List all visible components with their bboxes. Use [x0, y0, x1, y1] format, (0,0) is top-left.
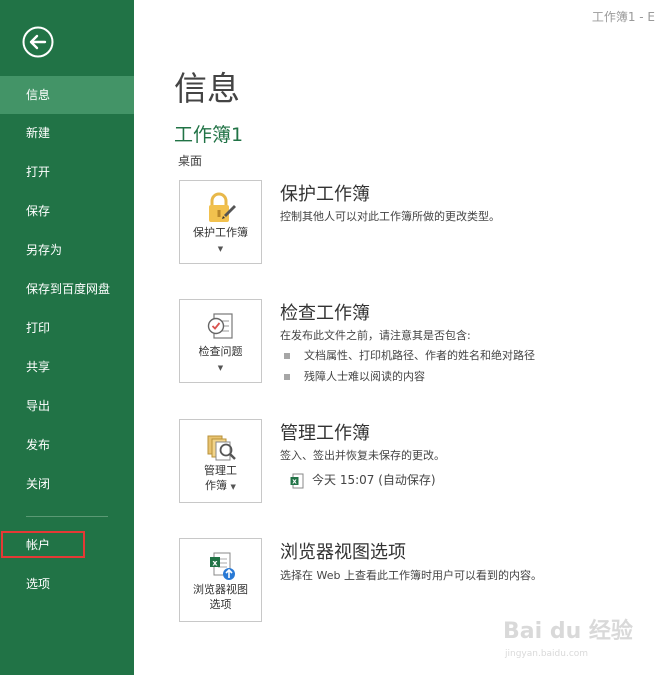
- protect-workbook-button[interactable]: 保护工作簿 ▼: [179, 180, 262, 264]
- browser-view-options-description: 选择在 Web 上查看此工作簿时用户可以看到的内容。: [280, 569, 542, 582]
- svg-text:x: x: [212, 559, 218, 568]
- excel-file-icon: x: [290, 473, 304, 488]
- baidu-jingyan-watermark: Bai du 经验 jingyan.baidu.com: [503, 618, 633, 659]
- browser-view-options-title: 浏览器视图选项: [280, 542, 406, 563]
- nav-options[interactable]: 选项: [0, 565, 134, 603]
- inspect-workbook-description: 在发布此文件之前，请注意其是否包含:: [280, 329, 471, 342]
- list-item: 文档属性、打印机路径、作者的姓名和绝对路径: [284, 347, 535, 363]
- nav-save-to-baidu-netdisk[interactable]: 保存到百度网盘: [0, 270, 134, 308]
- dropdown-caret-icon: ▼: [217, 245, 224, 253]
- nav-new[interactable]: 新建: [0, 114, 134, 152]
- browser-view-options-button[interactable]: x 浏览器视图 选项: [179, 538, 262, 622]
- document-location: 桌面: [178, 154, 203, 168]
- nav-info[interactable]: 信息: [0, 76, 134, 114]
- bullet-icon: [284, 353, 290, 359]
- manage-workbook-description: 签入、签出并恢复未保存的更改。: [280, 449, 445, 462]
- page-title: 信息: [174, 69, 240, 108]
- check-for-issues-button-label: 检查问题: [198, 345, 243, 358]
- back-arrow-icon[interactable]: [22, 26, 54, 58]
- autosave-version-label: 今天 15:07 (自动保存): [312, 473, 436, 487]
- protect-workbook-title: 保护工作簿: [280, 184, 370, 205]
- protect-workbook-button-label: 保护工作簿: [193, 226, 248, 239]
- browser-view-icon: x: [210, 552, 235, 580]
- watermark-text: Bai du 经验: [503, 618, 633, 644]
- svg-text:x: x: [292, 477, 297, 485]
- nav-export[interactable]: 导出: [0, 387, 134, 425]
- nav-print[interactable]: 打印: [0, 309, 134, 347]
- autosave-version-link[interactable]: x 今天 15:07 (自动保存): [290, 471, 436, 489]
- document-name: 工作簿1: [174, 124, 244, 146]
- lock-icon: [209, 192, 236, 222]
- inspect-icon: [207, 313, 233, 339]
- browser-view-options-button-label: 浏览器视图: [193, 583, 248, 596]
- dropdown-caret-icon: ▼: [217, 364, 224, 372]
- watermark-subtext: jingyan.baidu.com: [504, 649, 588, 659]
- window-title: 工作簿1 - E: [591, 10, 655, 24]
- backstage-sidebar: 信息 新建 打开 保存 另存为 保存到百度网盘 打印 共享 导出 发布 关闭 帐…: [0, 0, 134, 675]
- nav-close[interactable]: 关闭: [0, 465, 134, 503]
- manage-workbook-title: 管理工作簿: [280, 423, 370, 444]
- check-for-issues-button[interactable]: 检查问题 ▼: [179, 299, 262, 383]
- protect-workbook-description: 控制其他人可以对此工作簿所做的更改类型。: [280, 210, 500, 223]
- manage-workbook-button-label: 管理工: [204, 464, 237, 477]
- nav-divider: [26, 516, 108, 517]
- bullet-icon: [284, 374, 290, 380]
- manage-workbook-icon: [207, 435, 236, 461]
- nav-share[interactable]: 共享: [0, 348, 134, 386]
- inspect-workbook-title: 检查工作簿: [280, 303, 370, 324]
- nav-save-as[interactable]: 另存为: [0, 231, 134, 269]
- nav-save[interactable]: 保存: [0, 192, 134, 230]
- dropdown-caret-icon: ▼: [230, 483, 236, 491]
- account-highlight-box: [1, 531, 85, 558]
- manage-workbook-button[interactable]: 管理工 作簿 ▼: [179, 419, 262, 503]
- nav-open[interactable]: 打开: [0, 153, 134, 191]
- list-item: 残障人士难以阅读的内容: [284, 368, 425, 384]
- nav-publish[interactable]: 发布: [0, 426, 134, 464]
